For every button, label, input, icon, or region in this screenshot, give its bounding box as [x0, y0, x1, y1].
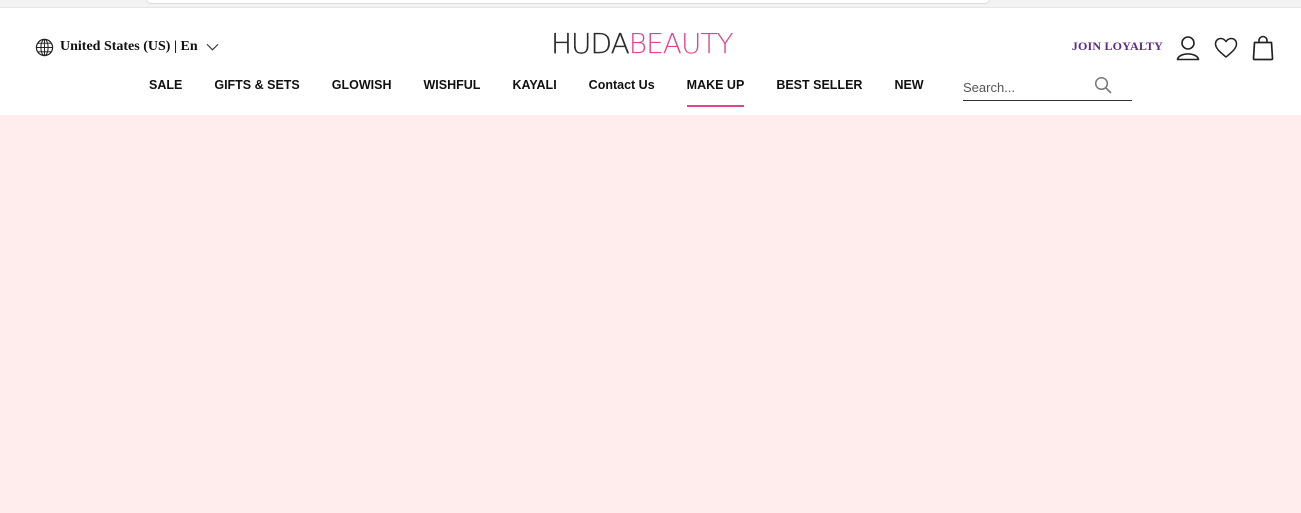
- huda-beauty-logo[interactable]: HUDA BEAUTY: [551, 26, 734, 60]
- browser-top-strip: [0, 0, 1301, 8]
- nav-item-make-up[interactable]: MAKE UP: [671, 76, 761, 107]
- globe-icon: [35, 38, 54, 56]
- nav-item-best-seller[interactable]: BEST SELLER: [760, 76, 878, 106]
- logo-part-huda: HUDA: [551, 26, 630, 60]
- search-icon[interactable]: [1094, 76, 1112, 94]
- join-loyalty-link[interactable]: JOIN LOYALTY: [1072, 39, 1163, 54]
- logo-part-beauty: BEAUTY: [628, 26, 734, 60]
- heart-icon: [1214, 37, 1238, 58]
- locale-label: United States (US) | En: [60, 39, 198, 54]
- main-navigation: SALE GIFTS & SETS GLOWISH WISHFUL KAYALI…: [133, 76, 940, 114]
- nav-item-glowish[interactable]: GLOWISH: [316, 76, 408, 106]
- locale-selector[interactable]: United States (US) | En: [35, 37, 219, 57]
- nav-item-new[interactable]: NEW: [878, 76, 939, 106]
- cart-button[interactable]: [1252, 35, 1274, 61]
- nav-item-gifts-sets[interactable]: GIFTS & SETS: [198, 76, 315, 106]
- chevron-down-icon: [206, 43, 219, 51]
- nav-item-sale[interactable]: SALE: [133, 76, 198, 106]
- nav-item-kayali[interactable]: KAYALI: [496, 76, 572, 106]
- header-utilities: JOIN LOYALTY: [1072, 34, 1274, 62]
- wishlist-button[interactable]: [1214, 37, 1238, 59]
- address-bar-edge: [146, 0, 990, 4]
- search-box: [963, 74, 1132, 101]
- site-header: United States (US) | En HUDA BEAUTY JOIN …: [0, 8, 1301, 115]
- shopping-bag-icon: [1252, 35, 1274, 61]
- account-icon: [1176, 36, 1200, 61]
- account-button[interactable]: [1176, 35, 1200, 61]
- hero-banner: [0, 115, 1301, 513]
- nav-item-wishful[interactable]: WISHFUL: [408, 76, 497, 106]
- nav-item-contact-us[interactable]: Contact Us: [573, 76, 671, 106]
- search-input[interactable]: [963, 76, 1093, 98]
